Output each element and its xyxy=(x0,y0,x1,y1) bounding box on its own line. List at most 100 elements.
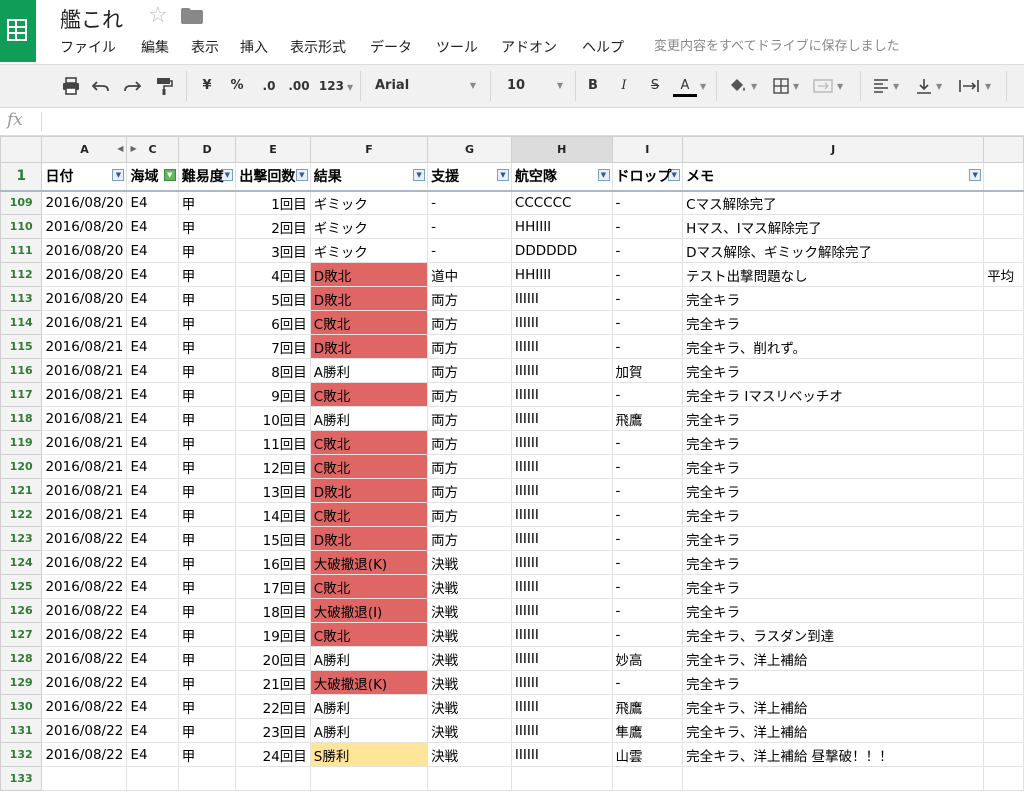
row-number[interactable]: 131 xyxy=(0,718,43,743)
date-cell[interactable] xyxy=(41,766,128,791)
menu-file[interactable]: ファイル xyxy=(60,37,116,57)
extra-cell[interactable] xyxy=(983,310,1024,335)
extra-cell[interactable] xyxy=(983,478,1024,503)
row-number[interactable]: 121 xyxy=(0,478,43,503)
sortie-cell[interactable]: 22回目 xyxy=(235,694,311,719)
support-cell[interactable]: 両方 xyxy=(427,502,512,527)
difficulty-cell[interactable]: 甲 xyxy=(177,454,237,479)
area-cell[interactable]: E4 xyxy=(126,358,179,383)
memo-cell[interactable]: 完全キラ xyxy=(682,670,985,695)
date-cell[interactable]: 2016/08/21 xyxy=(41,454,128,479)
support-cell[interactable]: 両方 xyxy=(427,310,512,335)
area-cell[interactable]: E4 xyxy=(126,478,179,503)
support-cell[interactable]: - xyxy=(427,238,512,263)
drop-cell[interactable]: - xyxy=(611,262,684,287)
support-cell[interactable]: 決戦 xyxy=(427,718,512,743)
area-cell[interactable]: E4 xyxy=(126,598,179,623)
air-base-cell[interactable]: IIIIII xyxy=(510,550,613,575)
row-number[interactable]: 119 xyxy=(0,430,43,455)
air-base-cell[interactable]: IIIIII xyxy=(510,310,613,335)
drop-cell[interactable]: - xyxy=(611,334,684,359)
drop-cell[interactable]: - xyxy=(611,598,684,623)
air-base-cell[interactable]: DDDDDD xyxy=(510,238,613,263)
memo-cell[interactable]: 完全キラ xyxy=(682,454,985,479)
air-base-cell[interactable]: IIIIII xyxy=(510,670,613,695)
area-cell[interactable]: E4 xyxy=(126,286,179,311)
sortie-cell[interactable]: 23回目 xyxy=(235,718,311,743)
extra-cell[interactable] xyxy=(983,550,1024,575)
row-number[interactable]: 1 xyxy=(0,162,43,192)
borders-button[interactable]: ▼ xyxy=(772,75,808,97)
memo-cell[interactable]: 完全キラ xyxy=(682,478,985,503)
drop-cell[interactable]: - xyxy=(611,310,684,335)
difficulty-cell[interactable]: 甲 xyxy=(177,214,237,239)
area-cell[interactable]: E4 xyxy=(126,718,179,743)
area-cell[interactable] xyxy=(126,766,179,791)
header-cell[interactable]: 海域 ▼ xyxy=(126,162,179,192)
difficulty-cell[interactable]: 甲 xyxy=(177,670,237,695)
area-cell[interactable]: E4 xyxy=(126,214,179,239)
drop-cell[interactable]: - xyxy=(611,622,684,647)
extra-cell[interactable] xyxy=(983,406,1024,431)
result-cell[interactable]: ギミック xyxy=(309,238,429,263)
difficulty-cell[interactable]: 甲 xyxy=(177,334,237,359)
date-cell[interactable]: 2016/08/22 xyxy=(41,670,128,695)
difficulty-cell[interactable]: 甲 xyxy=(177,382,237,407)
difficulty-cell[interactable] xyxy=(177,766,237,791)
column-header-j[interactable]: J xyxy=(682,136,985,163)
area-cell[interactable]: E4 xyxy=(126,430,179,455)
date-cell[interactable]: 2016/08/21 xyxy=(41,382,128,407)
more-formats-dropdown[interactable]: 123 ▼ xyxy=(316,75,356,97)
air-base-cell[interactable]: CCCCCC xyxy=(510,190,613,215)
row-number[interactable]: 118 xyxy=(0,406,43,431)
row-number[interactable]: 111 xyxy=(0,238,43,263)
area-cell[interactable]: E4 xyxy=(126,382,179,407)
row-number[interactable]: 133 xyxy=(0,766,43,791)
sortie-cell[interactable]: 15回目 xyxy=(235,526,311,551)
date-cell[interactable]: 2016/08/20 xyxy=(41,190,128,215)
difficulty-cell[interactable]: 甲 xyxy=(177,598,237,623)
date-cell[interactable]: 2016/08/21 xyxy=(41,478,128,503)
sortie-cell[interactable]: 13回目 xyxy=(235,478,311,503)
sortie-cell[interactable]: 6回目 xyxy=(235,310,311,335)
memo-cell[interactable]: Hマス、Iマス解除完了 xyxy=(682,214,985,239)
support-cell[interactable] xyxy=(427,766,512,791)
area-cell[interactable]: E4 xyxy=(126,406,179,431)
extra-cell[interactable] xyxy=(983,646,1024,671)
memo-cell[interactable]: 完全キラ、洋上補給 xyxy=(682,718,985,743)
menu-data[interactable]: データ xyxy=(370,37,412,57)
extra-cell[interactable] xyxy=(983,670,1024,695)
header-cell[interactable]: 結果 ▼ xyxy=(309,162,429,192)
air-base-cell[interactable]: IIIIII xyxy=(510,598,613,623)
result-cell[interactable]: D敗北 xyxy=(309,526,429,551)
support-cell[interactable]: 決戦 xyxy=(427,742,512,767)
text-wrap-button[interactable]: ▼ xyxy=(958,75,998,97)
currency-format-button[interactable]: ¥ xyxy=(199,75,215,97)
result-cell[interactable]: C敗北 xyxy=(309,574,429,599)
row-number[interactable]: 127 xyxy=(0,622,43,647)
menu-help[interactable]: ヘルプ xyxy=(582,37,624,57)
air-base-cell[interactable]: IIIIII xyxy=(510,286,613,311)
extra-cell[interactable] xyxy=(983,766,1024,791)
extra-cell[interactable] xyxy=(983,694,1024,719)
column-header-a[interactable]: A ◀ xyxy=(41,136,128,163)
memo-cell[interactable]: 完全キラ xyxy=(682,358,985,383)
extra-cell[interactable] xyxy=(983,718,1024,743)
collapse-left-icon[interactable]: ◀ xyxy=(117,144,123,153)
date-cell[interactable]: 2016/08/20 xyxy=(41,262,128,287)
memo-cell[interactable]: 完全キラ、削れず。 xyxy=(682,334,985,359)
menu-tools[interactable]: ツール xyxy=(436,37,478,57)
drop-cell[interactable]: 妙高 xyxy=(611,646,684,671)
drop-cell[interactable]: - xyxy=(611,190,684,215)
difficulty-cell[interactable]: 甲 xyxy=(177,574,237,599)
row-number[interactable]: 109 xyxy=(0,190,43,215)
extra-cell[interactable] xyxy=(983,526,1024,551)
folder-icon[interactable] xyxy=(181,8,203,24)
header-cell[interactable]: メモ ▼ xyxy=(682,162,985,192)
result-cell[interactable]: 大破撤退(I) xyxy=(309,598,429,623)
memo-cell[interactable]: テスト出撃問題なし xyxy=(682,262,985,287)
drop-cell[interactable]: 加賀 xyxy=(611,358,684,383)
date-cell[interactable]: 2016/08/22 xyxy=(41,646,128,671)
document-title[interactable]: 艦これ xyxy=(60,4,123,34)
extra-cell[interactable]: 平均 xyxy=(983,262,1024,287)
